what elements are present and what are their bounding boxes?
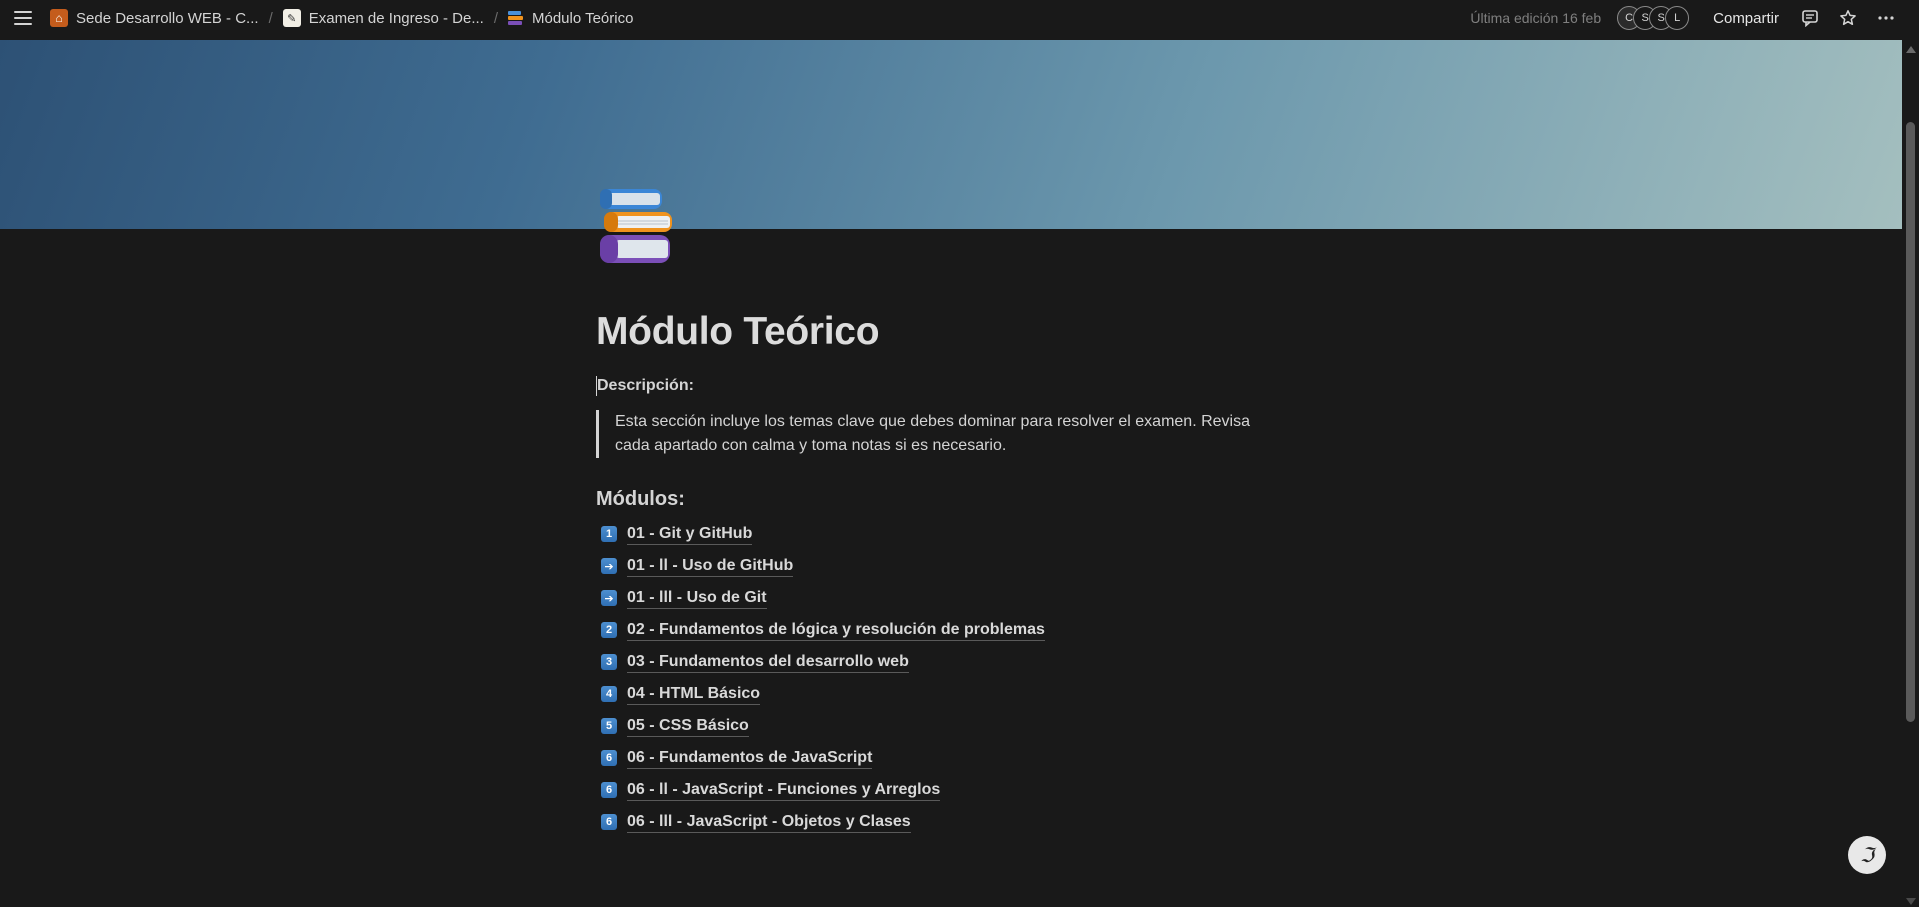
module-item[interactable]: 3 03 - Fundamentos del desarrollo web	[596, 646, 1296, 678]
keycap-number-icon: 1	[601, 526, 617, 542]
modules-list: 1 01 - Git y GitHub ➔ 01 - ll - Uso de G…	[596, 518, 1296, 838]
top-bar-tools: Última edición 16 feb C S S L Compartir	[1470, 0, 1899, 36]
top-bar: ⌂ Sede Desarrollo WEB - C... / ✎ Examen …	[0, 0, 1919, 36]
module-link[interactable]: 05 - CSS Básico	[627, 716, 749, 737]
scroll-down-arrow-icon[interactable]	[1906, 898, 1916, 905]
description-label[interactable]: Descripción:	[596, 376, 1296, 396]
module-link[interactable]: 01 - Git y GitHub	[627, 524, 753, 545]
module-link[interactable]: 04 - HTML Básico	[627, 684, 761, 705]
module-link[interactable]: 03 - Fundamentos del desarrollo web	[627, 652, 909, 673]
breadcrumb-item-sede[interactable]: ⌂ Sede Desarrollo WEB - C...	[44, 9, 265, 27]
keycap-number-icon: 5	[601, 718, 617, 734]
page-cover[interactable]	[0, 40, 1902, 229]
keycap-number-icon: 2	[601, 622, 617, 638]
breadcrumb-label: Sede Desarrollo WEB - C...	[76, 9, 259, 27]
keycap-number-icon: 6	[601, 814, 617, 830]
books-icon[interactable]	[598, 186, 674, 266]
star-icon[interactable]	[1835, 5, 1861, 31]
more-options-icon[interactable]	[1873, 5, 1899, 31]
breadcrumb-label: Módulo Teórico	[532, 9, 634, 27]
module-link[interactable]: 02 - Fundamentos de lógica y resolución …	[627, 620, 1045, 641]
menu-icon[interactable]	[14, 9, 32, 27]
breadcrumb-separator: /	[493, 9, 498, 27]
help-icon[interactable]: ℑ	[1848, 836, 1886, 874]
breadcrumb: ⌂ Sede Desarrollo WEB - C... / ✎ Examen …	[44, 0, 639, 36]
keycap-number-icon: 6	[601, 750, 617, 766]
share-button[interactable]: Compartir	[1707, 10, 1785, 27]
scroll-up-arrow-icon[interactable]	[1906, 46, 1916, 53]
module-item[interactable]: 5 05 - CSS Básico	[596, 710, 1296, 742]
module-link[interactable]: 06 - ll - JavaScript - Funciones y Arreg…	[627, 780, 941, 801]
books-icon	[508, 10, 524, 26]
collaborator-avatars[interactable]: C S S L	[1617, 6, 1690, 30]
module-item[interactable]: 4 04 - HTML Básico	[596, 678, 1296, 710]
last-edited-text: Última edición 16 feb	[1470, 10, 1602, 26]
keycap-number-icon: 6	[601, 782, 617, 798]
memo-icon: ✎	[282, 9, 301, 27]
module-item[interactable]: ➔ 01 - ll - Uso de GitHub	[596, 550, 1296, 582]
modules-heading[interactable]: Módulos:	[596, 486, 1296, 512]
module-item[interactable]: 6 06 - Fundamentos de JavaScript	[596, 742, 1296, 774]
breadcrumb-separator: /	[268, 9, 273, 27]
module-link[interactable]: 01 - ll - Uso de GitHub	[627, 556, 794, 577]
comment-icon[interactable]	[1797, 5, 1823, 31]
module-item[interactable]: ➔ 01 - lll - Uso de Git	[596, 582, 1296, 614]
module-item[interactable]: 6 06 - lll - JavaScript - Objetos y Clas…	[596, 806, 1296, 838]
scroll-thumb[interactable]	[1906, 122, 1915, 722]
keycap-number-icon: 4	[601, 686, 617, 702]
module-link[interactable]: 06 - lll - JavaScript - Objetos y Clases	[627, 812, 911, 833]
breadcrumb-label: Examen de Ingreso - De...	[308, 9, 484, 27]
arrow-right-icon: ➔	[601, 558, 617, 574]
house-icon: ⌂	[50, 9, 68, 27]
breadcrumb-item-modulo[interactable]: Módulo Teórico	[502, 10, 639, 27]
page-content: Módulo Teórico Descripción: Esta sección…	[596, 308, 1296, 838]
avatar[interactable]: L	[1665, 6, 1690, 30]
keycap-number-icon: 3	[601, 654, 617, 670]
scrollbar[interactable]	[1902, 40, 1919, 907]
module-item[interactable]: 1 01 - Git y GitHub	[596, 518, 1296, 550]
module-item[interactable]: 6 06 - ll - JavaScript - Funciones y Arr…	[596, 774, 1296, 806]
arrow-right-icon: ➔	[601, 590, 617, 606]
breadcrumb-item-examen[interactable]: ✎ Examen de Ingreso - De...	[277, 9, 490, 27]
description-quote[interactable]: Esta sección incluye los temas clave que…	[596, 410, 1276, 458]
module-link[interactable]: 01 - lll - Uso de Git	[627, 588, 767, 609]
module-link[interactable]: 06 - Fundamentos de JavaScript	[627, 748, 873, 769]
module-item[interactable]: 2 02 - Fundamentos de lógica y resolució…	[596, 614, 1296, 646]
page-title[interactable]: Módulo Teórico	[596, 308, 1296, 356]
